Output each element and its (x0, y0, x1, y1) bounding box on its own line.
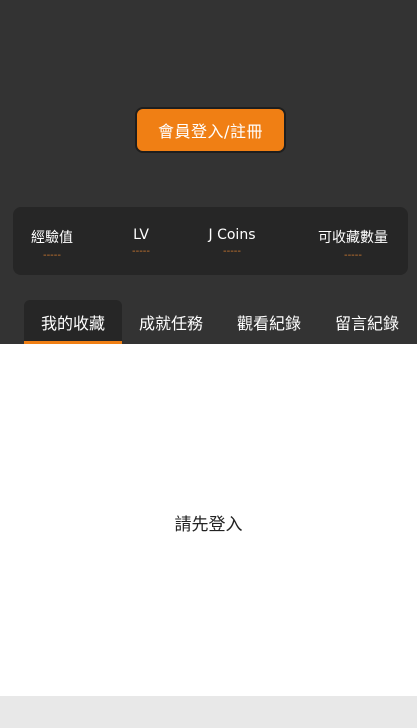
stats-panel: 經驗值 ----- LV ----- J Coins ----- 可收藏數量 -… (13, 207, 408, 275)
stat-label: 可收藏數量 (318, 230, 388, 246)
bottom-bar (0, 696, 417, 728)
tab-watch-history[interactable]: 觀看紀錄 (228, 300, 310, 344)
stat-label: 經驗值 (31, 230, 73, 246)
member-screen: 會員登入/註冊 經驗值 ----- LV ----- J Coins -----… (0, 0, 417, 728)
tab-bar: 我的收藏 成就任務 觀看紀錄 留言紀錄 (0, 300, 417, 344)
stat-collection-capacity: 可收藏數量 ----- (318, 207, 388, 275)
profile-header: 會員登入/註冊 經驗值 ----- LV ----- J Coins -----… (0, 0, 417, 344)
stat-label: J Coins (208, 227, 256, 243)
stat-value: ----- (222, 246, 242, 257)
tab-my-collection[interactable]: 我的收藏 (24, 300, 122, 344)
tab-achievements[interactable]: 成就任務 (130, 300, 212, 344)
login-register-button[interactable]: 會員登入/註冊 (135, 107, 286, 153)
stat-experience: 經驗值 ----- (31, 207, 73, 275)
tab-content: 請先登入 (0, 344, 417, 696)
stat-value: ----- (131, 246, 151, 257)
tab-comment-history[interactable]: 留言紀錄 (326, 300, 408, 344)
stat-value: ----- (42, 250, 62, 261)
login-prompt-message: 請先登入 (174, 515, 243, 535)
stat-level: LV ----- (132, 207, 150, 275)
stat-j-coins: J Coins ----- (209, 207, 256, 275)
stat-value: ----- (343, 250, 363, 261)
stat-label: LV (133, 227, 149, 243)
